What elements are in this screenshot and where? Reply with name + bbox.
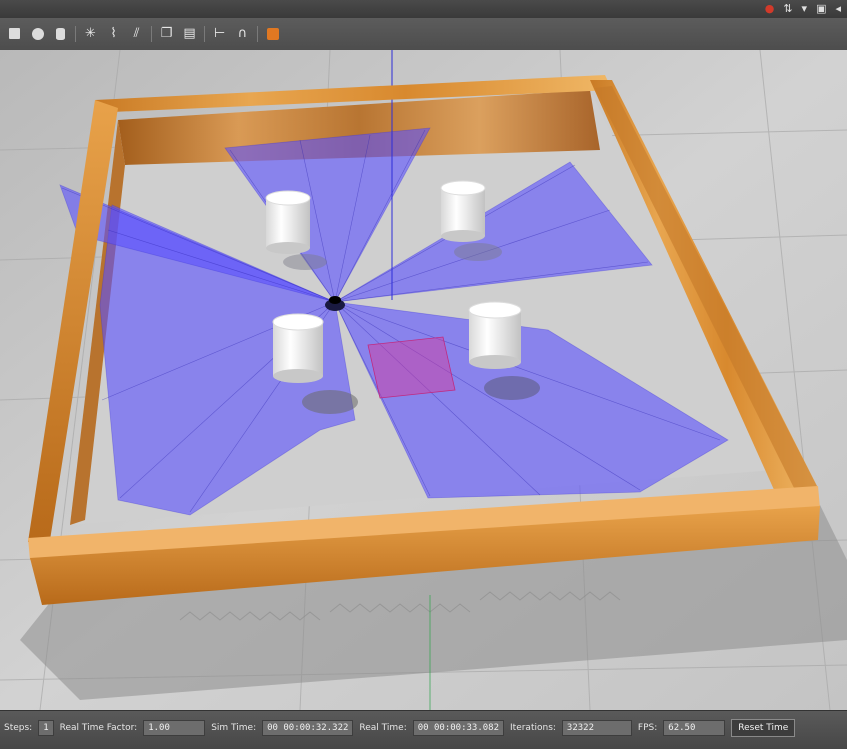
toolbar-separator [257, 25, 258, 42]
spot-light-icon[interactable]: ⌇ [105, 25, 122, 42]
rtf-field: 1.00 [143, 720, 206, 736]
box-shape-icon[interactable] [6, 25, 23, 42]
network-icon[interactable]: ⇅ [783, 2, 792, 16]
toolbar-separator [75, 25, 76, 42]
real-time-label: Real Time: [359, 723, 407, 733]
target-marker [367, 336, 456, 399]
sim-time-label: Sim Time: [211, 723, 257, 733]
fps-label: FPS: [637, 723, 658, 733]
system-top-bar: ● ⇅ ▾ ▣ ◂ [0, 0, 847, 18]
wifi-icon[interactable]: ▾ [802, 2, 808, 16]
rtf-label: Real Time Factor: [59, 723, 138, 733]
toolbar-separator [151, 25, 152, 42]
snap-icon[interactable]: ∩ [234, 25, 251, 42]
point-light-icon[interactable]: ✳ [82, 25, 99, 42]
reset-time-button[interactable]: Reset Time [731, 719, 796, 737]
gazebo-toolbar: ✳ ⌇ ⫽ ❐ ▤ ⊢ ∩ [0, 18, 847, 51]
system-tray: ● ⇅ ▾ ▣ ◂ [765, 2, 841, 16]
volume-icon[interactable]: ◂ [835, 2, 841, 16]
keyboard-icon[interactable]: ▣ [816, 2, 826, 16]
3d-viewport[interactable] [0, 50, 847, 710]
copy-icon[interactable]: ❐ [158, 25, 175, 42]
record-indicator-icon[interactable]: ● [765, 2, 775, 16]
real-time-field: 00 00:00:33.082 [412, 720, 505, 736]
paste-icon[interactable]: ▤ [181, 25, 198, 42]
status-bar: Steps: 1 Real Time Factor: 1.00 Sim Time… [0, 710, 847, 749]
cylinder-shape-icon[interactable] [52, 25, 69, 42]
sim-time-field: 00 00:00:32.322 [262, 720, 354, 736]
iterations-label: Iterations: [510, 723, 556, 733]
toolbar-separator [204, 25, 205, 42]
sphere-shape-icon[interactable] [29, 25, 46, 42]
fps-field: 62.50 [663, 720, 726, 736]
iterations-field: 32322 [561, 720, 632, 736]
scene-render [0, 50, 847, 710]
record-icon[interactable] [264, 25, 281, 42]
align-icon[interactable]: ⊢ [211, 25, 228, 42]
steps-field[interactable]: 1 [38, 720, 54, 736]
directional-light-icon[interactable]: ⫽ [128, 25, 145, 42]
steps-label: Steps: [4, 723, 33, 733]
